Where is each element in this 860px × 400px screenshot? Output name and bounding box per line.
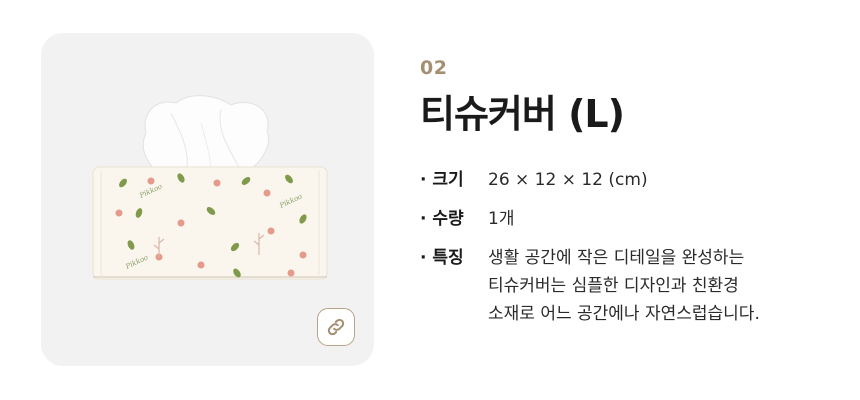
spec-label: · 크기 — [420, 170, 464, 190]
spec-value: 생활 공간에 작은 디테일을 완성하는 티슈커버는 심플한 디자인과 친환경 소… — [488, 244, 760, 328]
spec-value-line: 1개 — [488, 209, 515, 229]
product-title: 티슈커버 (L) — [420, 92, 625, 136]
spec-row-feature: · 특징 생활 공간에 작은 디테일을 완성하는 티슈커버는 심플한 디자인과 … — [420, 244, 840, 328]
product-detail-page: Pikkoo Pikkoo Pikkoo 02 티슈커버 (L) · 크기 26… — [0, 0, 860, 400]
spec-label: · 수량 — [420, 209, 464, 229]
tissue-paper — [142, 95, 269, 176]
product-number: 02 — [420, 57, 448, 79]
spec-value-line: 26 × 12 × 12 (cm) — [488, 170, 648, 190]
spec-label: · 특징 — [420, 248, 464, 268]
link-button[interactable] — [317, 308, 355, 346]
spec-list: · 크기 26 × 12 × 12 (cm) · 수량 1개 · 특징 생활 공… — [420, 166, 840, 328]
spec-row-size: · 크기 26 × 12 × 12 (cm) — [420, 166, 840, 194]
product-image-card: Pikkoo Pikkoo Pikkoo — [41, 33, 374, 366]
link-icon — [327, 318, 345, 336]
spec-value-line: 소재로 어느 공간에나 자연스럽습니다. — [488, 304, 760, 324]
product-info: 02 티슈커버 (L) · 크기 26 × 12 × 12 (cm) · 수량 … — [420, 52, 840, 339]
spec-value: 26 × 12 × 12 (cm) — [488, 166, 648, 194]
spec-row-quantity: · 수량 1개 — [420, 205, 840, 233]
spec-value: 1개 — [488, 205, 514, 233]
spec-value-line: 티슈커버는 심플한 디자인과 친환경 — [488, 276, 739, 296]
spec-value-line: 생활 공간에 작은 디테일을 완성하는 — [488, 248, 745, 268]
